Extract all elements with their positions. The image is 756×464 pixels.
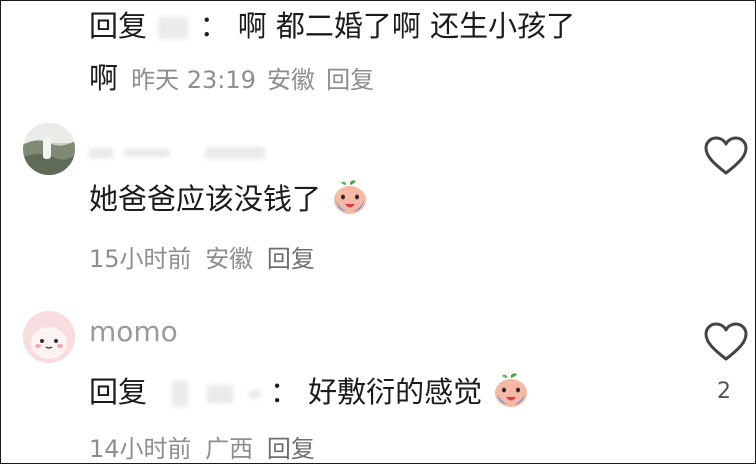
- comment-3-username[interactable]: momo: [89, 315, 178, 348]
- redacted-username-part: [205, 146, 266, 159]
- comment-3-time: 14小时前: [89, 435, 192, 463]
- comment-1-text: 回复 ： 啊 都二婚了啊 还生小孩了: [89, 3, 575, 45]
- reply-prefix: 回复: [89, 375, 148, 409]
- reply-colon: ：: [269, 375, 299, 409]
- redacted-username-part: [248, 390, 261, 398]
- redacted-username-part: [172, 381, 189, 407]
- comment-3-reply-button[interactable]: 回复: [267, 435, 315, 463]
- comment-2-meta-row: 15小时前 安徽 回复: [89, 239, 315, 274]
- comment-3-body: 好敷衍的感觉: [308, 375, 483, 409]
- heart-outline-icon[interactable]: [703, 321, 749, 367]
- avatar[interactable]: [23, 311, 75, 363]
- comment-2-body: 她爸爸应该没钱了: [89, 182, 322, 216]
- comment-1-line1: 啊 都二婚了啊 还生小孩了: [237, 9, 576, 43]
- crying-peach-emoji: [491, 372, 531, 417]
- comment-3-text: 回复 ： 好敷衍的感觉: [89, 369, 531, 417]
- comment-2-time: 15小时前: [89, 245, 192, 273]
- redacted-username-part: [89, 147, 113, 158]
- crying-peach-emoji: [330, 179, 370, 224]
- reply-prefix: 回复: [89, 9, 148, 43]
- comment-3-meta-row: 14小时前 广西 回复: [89, 429, 315, 464]
- redacted-username: [158, 17, 189, 39]
- comment-1-meta-row: 啊 昨天 23:19 安徽 回复: [89, 55, 374, 97]
- comment-3-location: 广西: [205, 435, 254, 463]
- reply-colon: ：: [199, 9, 229, 43]
- redacted-username-part: [124, 148, 171, 157]
- comment-2-username[interactable]: [89, 131, 266, 164]
- comment-2-location: 安徽: [205, 245, 254, 273]
- cartoon-avatar-image: [23, 311, 75, 363]
- redacted-username-part: [207, 385, 234, 403]
- landscape-avatar-image: [23, 123, 75, 175]
- comment-1-time: 昨天 23:19: [131, 66, 256, 94]
- comment-1-line2: 啊: [89, 61, 119, 95]
- comment-2-reply-button[interactable]: 回复: [267, 245, 315, 273]
- comment-2-text: 她爸爸应该没钱了: [89, 176, 370, 224]
- avatar[interactable]: [23, 123, 75, 175]
- like-count: 2: [717, 379, 731, 404]
- heart-outline-icon[interactable]: [703, 135, 749, 181]
- comment-list: 回复 ： 啊 都二婚了啊 还生小孩了 啊 昨天 23:19 安徽 回复 她爸爸应…: [0, 0, 756, 464]
- comment-1-location: 安徽: [267, 66, 315, 94]
- comment-1-reply-button[interactable]: 回复: [326, 66, 374, 94]
